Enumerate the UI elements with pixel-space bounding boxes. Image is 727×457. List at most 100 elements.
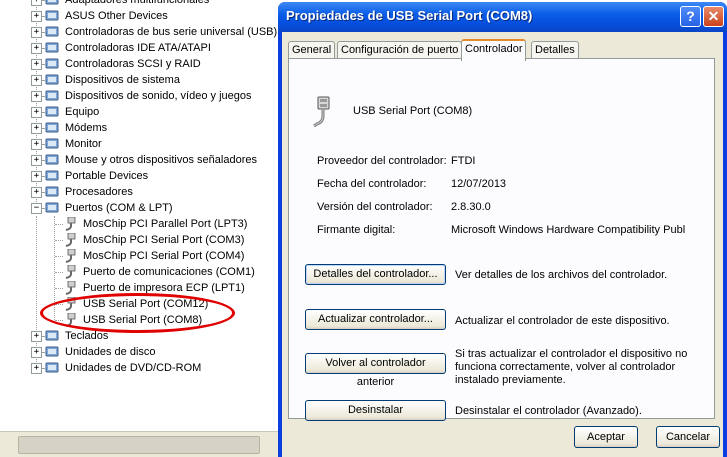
provider-value: FTDI bbox=[451, 155, 476, 167]
device-icon bbox=[44, 9, 60, 23]
date-label: Fecha del controlador: bbox=[317, 178, 427, 190]
multifunction-icon bbox=[44, 0, 60, 7]
port-icon bbox=[44, 201, 60, 215]
expand-icon[interactable]: + bbox=[31, 139, 42, 150]
tree-category-item[interactable]: + Unidades de disco bbox=[0, 344, 282, 360]
tab-general[interactable]: General bbox=[288, 41, 336, 59]
tab-detalles[interactable]: Detalles bbox=[531, 41, 579, 59]
usb-serial-port-icon bbox=[313, 96, 330, 128]
expand-icon[interactable]: + bbox=[31, 91, 42, 102]
rollback-driver-description: Si tras actualizar el controlador el dis… bbox=[455, 348, 688, 386]
tree-item-label: MosChip PCI Serial Port (COM3) bbox=[83, 234, 245, 246]
mouse-icon bbox=[44, 153, 60, 167]
close-button[interactable]: ✕ bbox=[703, 6, 724, 27]
tree-category-item[interactable]: + Procesadores bbox=[0, 184, 282, 200]
sound-icon bbox=[44, 89, 60, 103]
tree-category-item[interactable]: + Dispositivos de sistema bbox=[0, 72, 282, 88]
expand-icon[interactable]: + bbox=[31, 347, 42, 358]
serial-port-icon bbox=[62, 216, 78, 231]
tree-category-item[interactable]: + Dispositivos de sonido, vídeo y juegos bbox=[0, 88, 282, 104]
expand-icon[interactable]: + bbox=[31, 107, 42, 118]
tree-item-label: MosChip PCI Serial Port (COM4) bbox=[83, 250, 245, 262]
expand-icon[interactable]: + bbox=[31, 363, 42, 374]
serial-port-icon bbox=[62, 248, 78, 263]
uninstall-description: Desinstalar el controlador (Avanzado). bbox=[455, 405, 642, 417]
expand-icon[interactable]: + bbox=[31, 155, 42, 166]
expand-icon[interactable]: + bbox=[31, 75, 42, 86]
expand-icon[interactable]: + bbox=[31, 59, 42, 70]
tree-item-label: ASUS Other Devices bbox=[65, 10, 168, 22]
update-driver-button[interactable]: Actualizar controlador... bbox=[305, 309, 446, 330]
version-value: 2.8.30.0 bbox=[451, 201, 491, 213]
signer-value: Microsoft Windows Hardware Compatibility… bbox=[451, 224, 686, 236]
expand-icon[interactable]: + bbox=[31, 43, 42, 54]
tree-item-label: Adaptadores multifuncionales bbox=[65, 0, 210, 6]
device-name: USB Serial Port (COM8) bbox=[353, 105, 473, 117]
tree-category-item[interactable]: + ASUS Other Devices bbox=[0, 8, 282, 24]
tree-category-item[interactable]: + Equipo bbox=[0, 104, 282, 120]
device-tree: + Adaptadores multifuncionales + ASUS Other… bbox=[0, 0, 282, 457]
tree-category-item[interactable]: + Controladoras IDE ATA/ATAPI bbox=[0, 40, 282, 56]
tree-item-label: Unidades de disco bbox=[65, 346, 156, 358]
highlight-ellipse bbox=[40, 293, 235, 333]
serial-port-icon bbox=[62, 264, 78, 279]
help-button[interactable]: ? bbox=[680, 6, 701, 27]
keyboard-icon bbox=[44, 329, 60, 343]
tab-controlador[interactable]: Controlador bbox=[461, 39, 527, 61]
expand-icon[interactable]: + bbox=[31, 171, 42, 182]
tree-port-item[interactable]: MosChip PCI Parallel Port (LPT3) bbox=[0, 216, 282, 232]
tree-category-item[interactable]: + Unidades de DVD/CD-ROM bbox=[0, 360, 282, 376]
version-label: Versión del controlador: bbox=[317, 201, 433, 213]
monitor-icon bbox=[44, 137, 60, 151]
tree-item-label: Controladoras IDE ATA/ATAPI bbox=[65, 42, 211, 54]
expand-icon[interactable]: + bbox=[31, 187, 42, 198]
scsi-controller-icon bbox=[44, 57, 60, 71]
driver-details-button[interactable]: Detalles del controlador... bbox=[305, 264, 446, 285]
tree-item-label: Equipo bbox=[65, 106, 100, 118]
tree-category-item[interactable]: + Controladoras de bus serie universal (U… bbox=[0, 24, 282, 40]
tab-configuracion-puerto[interactable]: Configuración de puerto bbox=[337, 41, 463, 59]
serial-port-icon bbox=[62, 232, 78, 247]
tree-item-label: Puerto de comunicaciones (COM1) bbox=[83, 266, 255, 278]
properties-dialog: Propiedades de USB Serial Port (COM8) ? … bbox=[278, 2, 727, 457]
tree-item-label: Portable Devices bbox=[65, 170, 149, 182]
expand-icon[interactable]: + bbox=[31, 123, 42, 134]
update-driver-description: Actualizar el controlador de este dispos… bbox=[455, 315, 670, 327]
driver-details-description: Ver detalles de los archivos del control… bbox=[455, 269, 668, 281]
tree-category-item[interactable]: + Monitor bbox=[0, 136, 282, 152]
computer-icon bbox=[44, 105, 60, 119]
controlador-panel: USB Serial Port (COM8) Proveedor del con… bbox=[288, 58, 715, 421]
usb-controller-icon bbox=[44, 25, 60, 39]
ok-button[interactable]: Aceptar bbox=[574, 426, 638, 448]
expand-icon[interactable]: + bbox=[31, 0, 42, 6]
scrollbar-thumb[interactable] bbox=[18, 436, 260, 454]
collapse-icon[interactable]: − bbox=[31, 203, 42, 214]
dialog-titlebar[interactable]: Propiedades de USB Serial Port (COM8) ? … bbox=[278, 2, 727, 32]
portable-device-icon bbox=[44, 169, 60, 183]
tree-item-label: Dispositivos de sonido, vídeo y juegos bbox=[65, 90, 252, 102]
dvd-icon bbox=[44, 361, 60, 375]
tree-port-item[interactable]: MosChip PCI Serial Port (COM3) bbox=[0, 232, 282, 248]
tree-port-item[interactable]: Puerto de comunicaciones (COM1) bbox=[0, 264, 282, 280]
tree-category-item[interactable]: + Módems bbox=[0, 120, 282, 136]
tree-category-item[interactable]: + Portable Devices bbox=[0, 168, 282, 184]
provider-label: Proveedor del controlador: bbox=[317, 155, 447, 167]
expand-icon[interactable]: + bbox=[31, 331, 42, 342]
tree-category-item[interactable]: + Adaptadores multifuncionales bbox=[0, 0, 282, 8]
expand-icon[interactable]: + bbox=[31, 11, 42, 22]
tree-item-label: Controladoras de bus serie universal (US… bbox=[65, 26, 278, 38]
date-value: 12/07/2013 bbox=[451, 178, 507, 190]
tree-category-item[interactable]: + Controladoras SCSI y RAID bbox=[0, 56, 282, 72]
tree-item-label: Monitor bbox=[65, 138, 102, 150]
cancel-button[interactable]: Cancelar bbox=[656, 426, 720, 448]
tree-horizontal-scrollbar[interactable] bbox=[0, 431, 282, 457]
uninstall-button[interactable]: Desinstalar bbox=[305, 400, 446, 421]
tree-category-item[interactable]: − Puertos (COM & LPT) bbox=[0, 200, 282, 216]
expand-icon[interactable]: + bbox=[31, 27, 42, 38]
tree-category-item[interactable]: + Mouse y otros dispositivos señaladores bbox=[0, 152, 282, 168]
tree-item-label: Módems bbox=[65, 122, 108, 134]
dialog-title: Propiedades de USB Serial Port (COM8) bbox=[286, 8, 533, 23]
rollback-driver-button[interactable]: Volver al controlador anterior bbox=[305, 353, 446, 388]
tree-port-item[interactable]: MosChip PCI Serial Port (COM4) bbox=[0, 248, 282, 264]
modem-icon bbox=[44, 121, 60, 135]
